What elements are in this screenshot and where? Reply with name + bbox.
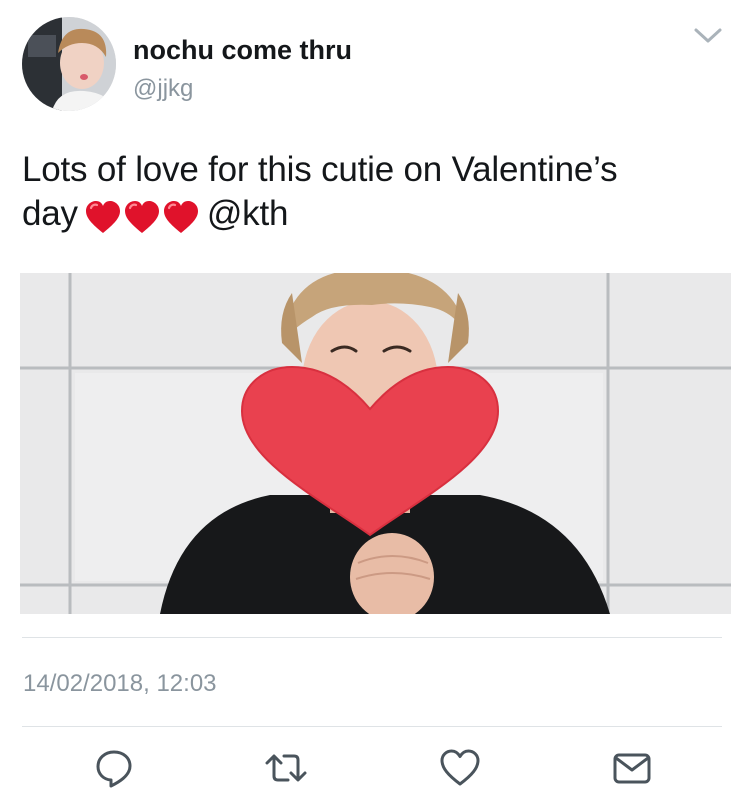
red-heart-emoji-icon (85, 200, 120, 233)
user-handle[interactable]: @jjkg (133, 75, 193, 103)
tweet-word: day (22, 194, 78, 233)
divider (22, 637, 722, 638)
envelope-icon (613, 753, 651, 784)
tweet-text: Lots of love for this cutie on Valentine… (22, 148, 732, 238)
display-name[interactable]: nochu come thru (133, 35, 352, 66)
mention-link[interactable]: @kth (207, 194, 289, 233)
divider (22, 726, 722, 727)
reply-button[interactable] (92, 746, 136, 790)
red-heart-emoji-icon (124, 200, 159, 233)
share-button[interactable] (610, 746, 654, 790)
tweet-timestamp[interactable]: 14/02/2018, 12:03 (23, 670, 217, 698)
reply-icon (96, 750, 132, 788)
avatar[interactable] (22, 17, 116, 111)
retweet-button[interactable] (264, 746, 308, 790)
tweet-photo[interactable] (20, 273, 731, 614)
heart-emojis (84, 194, 201, 238)
chevron-down-icon[interactable] (690, 24, 726, 48)
retweet-icon (265, 754, 307, 782)
red-heart-emoji-icon (163, 200, 198, 233)
tweet-text-line: day @kth (22, 192, 732, 238)
heart-icon (440, 749, 480, 786)
like-button[interactable] (438, 746, 482, 790)
tweet-text-line: Lots of love for this cutie on Valentine… (22, 150, 618, 189)
